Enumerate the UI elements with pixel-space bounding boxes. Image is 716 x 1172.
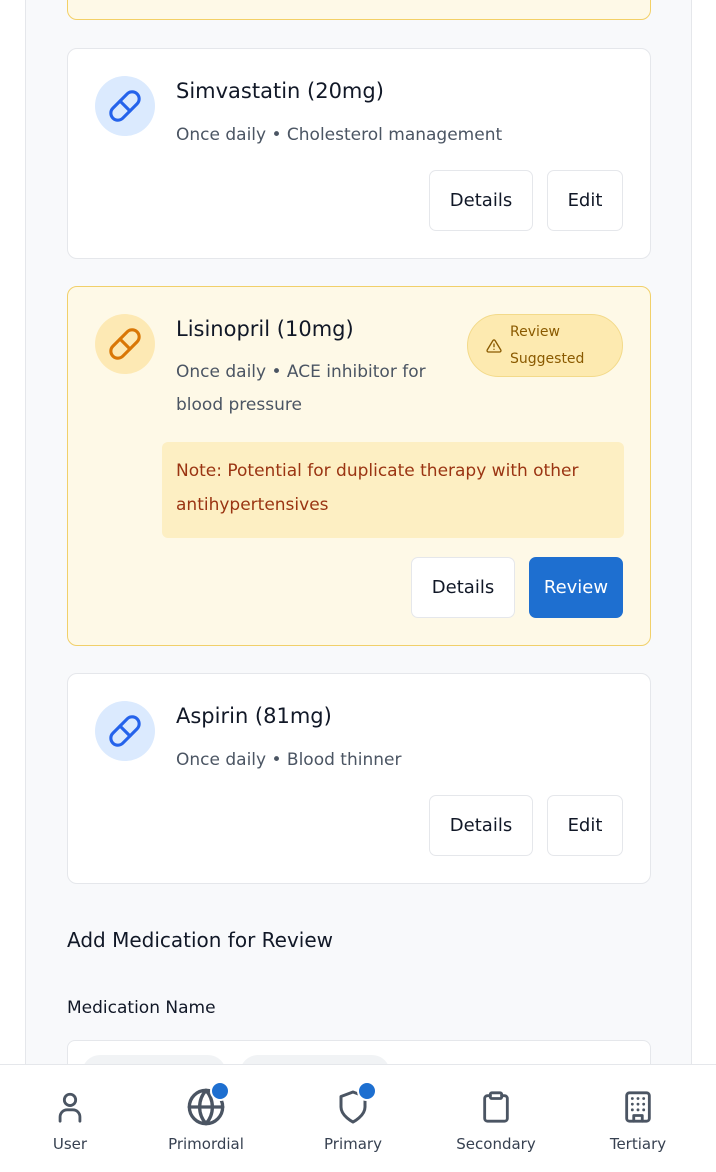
pill-icon-bubble: [95, 314, 155, 374]
details-button[interactable]: Details: [429, 795, 533, 856]
details-button[interactable]: Details: [411, 557, 515, 618]
nav-label: User: [52, 1135, 88, 1153]
medication-card-aspirin: Aspirin (81mg) Once daily • Blood thinne…: [67, 673, 651, 884]
nav-label: Primordial: [168, 1135, 244, 1153]
medication-detail-line: Once daily • ACE inhibitor for: [176, 362, 426, 382]
medication-card-lisinopril: Lisinopril (10mg) Once daily • ACE inhib…: [67, 286, 651, 646]
details-button[interactable]: Details: [429, 170, 533, 231]
pill-icon: [109, 715, 141, 747]
add-medication-title: Add Medication for Review: [67, 928, 334, 952]
previous-card-edge: [67, 0, 651, 20]
nav-label: Secondary: [456, 1135, 536, 1153]
warning-icon: [486, 338, 502, 353]
edit-button[interactable]: Edit: [547, 795, 623, 856]
badge-label: Review: [510, 323, 560, 340]
medication-detail: Once daily • Blood thinner: [176, 750, 402, 770]
pill-icon-bubble: [95, 701, 155, 761]
medication-detail: Once daily • Cholesterol management: [176, 125, 503, 145]
review-suggested-badge: Review Suggested: [467, 314, 623, 377]
nav-label: Primary: [324, 1135, 382, 1153]
nav-item-primary[interactable]: Primary: [293, 1065, 413, 1172]
bottom-navigation: User Primordial Primary Secondary Tertia…: [0, 1064, 716, 1172]
edit-button[interactable]: Edit: [547, 170, 623, 231]
medication-detail-line: blood pressure: [176, 395, 302, 415]
note-line: Note: Potential for duplicate therapy wi…: [176, 461, 579, 481]
building-icon: [625, 1091, 651, 1123]
nav-item-primordial[interactable]: Primordial: [146, 1065, 266, 1172]
medication-name: Simvastatin (20mg): [176, 79, 384, 103]
badge-label: Suggested: [510, 350, 585, 367]
pill-icon: [109, 90, 141, 122]
note-line: antihypertensives: [176, 495, 329, 515]
nav-item-secondary[interactable]: Secondary: [436, 1065, 556, 1172]
pill-icon: [109, 328, 141, 360]
medication-name-label: Medication Name: [67, 998, 216, 1018]
notification-dot: [210, 1081, 230, 1101]
nav-item-user[interactable]: User: [10, 1065, 130, 1172]
medication-name: Aspirin (81mg): [176, 704, 332, 728]
nav-item-tertiary[interactable]: Tertiary: [578, 1065, 698, 1172]
medication-detail: Once daily • ACE inhibitor for blood pre…: [176, 356, 426, 422]
clipboard-icon: [483, 1091, 509, 1123]
user-icon: [58, 1092, 82, 1123]
medication-card-simvastatin: Simvastatin (20mg) Once daily • Choleste…: [67, 48, 651, 259]
nav-label: Tertiary: [609, 1135, 667, 1153]
interaction-note: Note: Potential for duplicate therapy wi…: [162, 442, 624, 538]
pill-icon-bubble: [95, 76, 155, 136]
medication-name: Lisinopril (10mg): [176, 317, 354, 341]
review-button[interactable]: Review: [529, 557, 623, 618]
notification-dot: [357, 1081, 377, 1101]
